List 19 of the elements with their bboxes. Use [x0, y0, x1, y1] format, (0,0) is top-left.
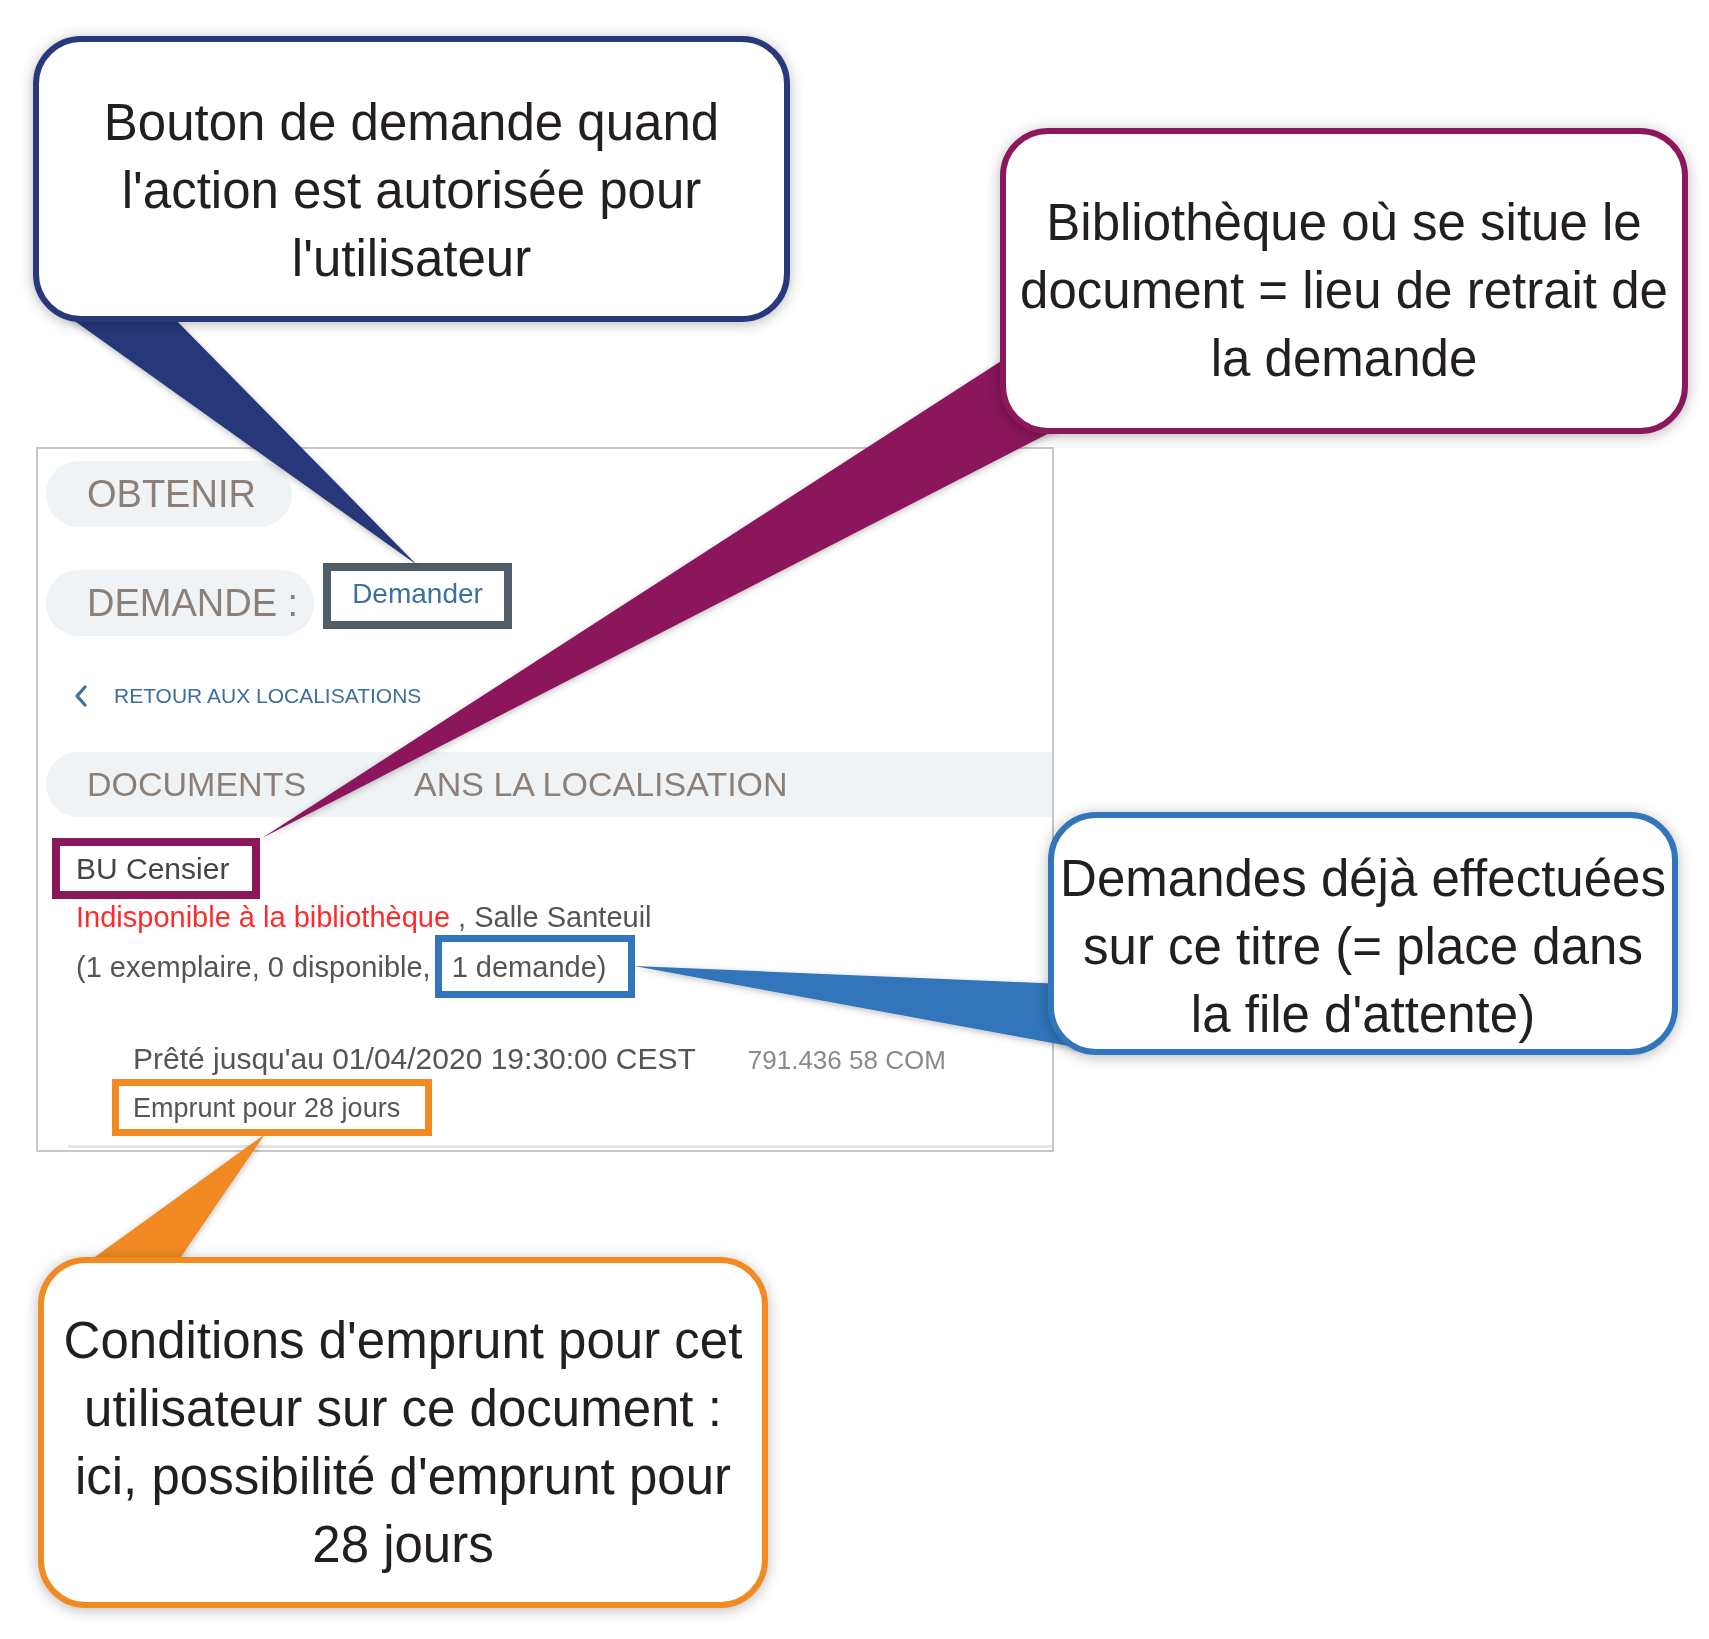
back-link[interactable]: RETOUR AUX LOCALISATIONS [74, 685, 422, 707]
callout-text: Bouton de demande quand l'action est autorisée pour l'utilisateur [103, 93, 720, 289]
request-label: DEMANDE : [46, 570, 314, 636]
callout-text: Demandes déjà effectuées sur ce titre (= place dans la file d'attente) [1060, 848, 1666, 1045]
copies-count: (1 exemplaire, 0 disponible, [76, 949, 431, 985]
chevron-left-icon [74, 685, 88, 707]
shelf-location: , Salle Santeuil [458, 900, 652, 935]
section-heading: OBTENIR [46, 461, 292, 527]
library-name: BU Censier [76, 850, 230, 887]
request-link[interactable]: Demander [352, 577, 483, 611]
request-count: 1 demande) [451, 949, 607, 985]
call-number: 791.436 58 COM [747, 1044, 946, 1077]
loan-policy: Emprunt pour 28 jours [133, 1091, 401, 1125]
heading-text: DOCUMENTS [87, 765, 307, 804]
availability-status: Indisponible à la bibliothèque [76, 900, 451, 935]
heading-text: ANS LA LOCALISATION [414, 765, 788, 804]
callout-text: Bibliothèque où se situe le document = lieu de retrait de la demande [1020, 193, 1668, 389]
callout-text: Conditions d'emprunt pour cet utilisateur sur ce document : ici, possibilité d'emprunt pour 28 jours [63, 1310, 743, 1575]
due-date: Prêté jusqu'au 01/04/2020 19:30:00 CEST [133, 1041, 696, 1077]
